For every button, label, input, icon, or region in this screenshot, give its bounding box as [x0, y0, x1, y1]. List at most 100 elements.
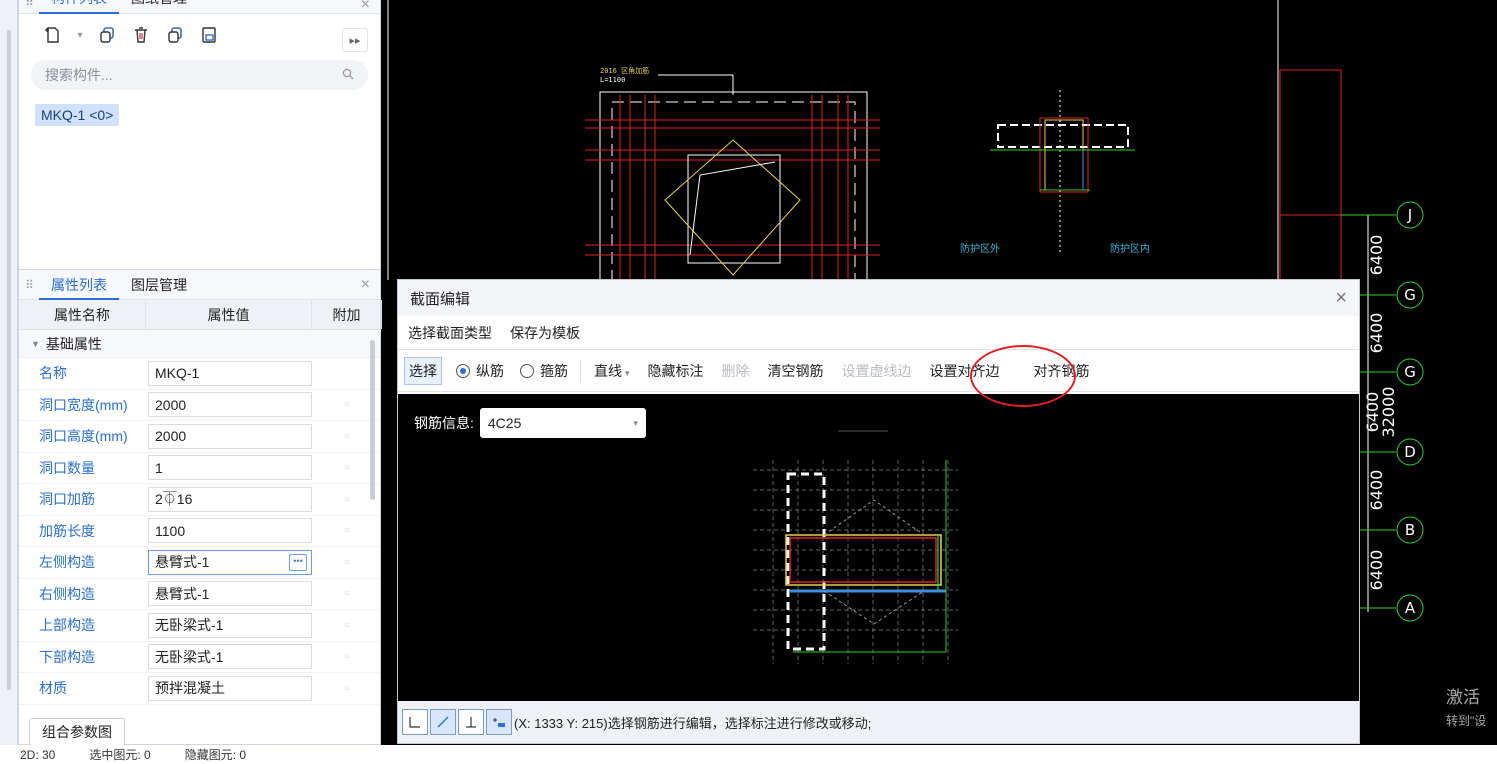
property-scrollbar[interactable]: [370, 340, 375, 500]
property-value-input[interactable]: 无卧梁式-1: [148, 612, 312, 638]
property-value-input[interactable]: 预拌混凝土: [148, 675, 312, 701]
dim-4: 6400: [1367, 470, 1386, 511]
property-row-bottom-structure: 下部构造 无卧梁式-1 ○: [19, 642, 382, 673]
tab-property-list[interactable]: 属性列表: [39, 270, 119, 300]
close-icon[interactable]: ×: [361, 0, 370, 14]
status-text: (X: 1333 Y: 215)选择钢筋进行编辑，选择标注进行修改或移动;: [514, 715, 872, 731]
layer-copy-icon[interactable]: [195, 21, 223, 49]
new-component-icon[interactable]: [39, 21, 67, 49]
delete-button[interactable]: 删除: [713, 361, 759, 381]
axis-label-d: D: [1404, 443, 1416, 461]
property-row-top-structure: 上部构造 无卧梁式-1 ○: [19, 610, 380, 642]
copy-to-floor-icon[interactable]: [161, 21, 189, 49]
property-value-input[interactable]: 悬臂式-1 •••: [148, 549, 312, 575]
dim-1: 6400: [1367, 235, 1386, 276]
property-panel: ⠿ 属性列表 图层管理 × 属性名称 属性值 附加 ▼ 基础属性 名称 MKQ-1…: [18, 269, 382, 746]
set-dashed-edge-button[interactable]: 设置虚线边: [833, 361, 921, 381]
axis-label-g1: G: [1404, 286, 1416, 304]
extra-checkbox[interactable]: ○: [312, 557, 382, 568]
section-drawing[interactable]: [398, 394, 1359, 701]
radio-stirrup[interactable]: 箍筋: [512, 361, 576, 381]
property-name: 洞口高度(mm): [39, 428, 128, 445]
plan-sub: L=1100: [600, 76, 625, 84]
property-name: 洞口宽度(mm): [39, 396, 128, 413]
property-value-input[interactable]: 2000: [148, 392, 312, 418]
property-value-input[interactable]: 无卧梁式-1: [148, 644, 312, 670]
property-value-input[interactable]: 2⏁16: [148, 486, 312, 512]
extra-checkbox[interactable]: ○: [312, 620, 382, 631]
section-in-label: 防护区内: [1110, 242, 1150, 255]
property-value-input[interactable]: MKQ-1: [148, 360, 312, 386]
search-icon[interactable]: [342, 67, 354, 83]
watermark-line1: 激活: [1446, 688, 1480, 707]
extra-checkbox[interactable]: ○: [312, 683, 382, 694]
line-tool-dropdown[interactable]: 直线 ▾: [585, 361, 639, 381]
chevron-down-icon: ▾: [625, 367, 630, 378]
axis-label-g2: G: [1404, 363, 1416, 381]
select-tool-button[interactable]: 选择: [404, 356, 442, 385]
property-value-input[interactable]: 1100: [148, 518, 312, 544]
property-name: 材质: [39, 680, 67, 697]
snap-point-icon[interactable]: [486, 709, 512, 735]
component-list-panel: ⠿ 构件列表 图纸管理 × ▾ ▸▸ 搜索构件... MKQ-1 <0>: [18, 0, 381, 270]
property-value-input[interactable]: 悬臂式-1: [148, 581, 312, 607]
tab-layer-management[interactable]: 图层管理: [119, 270, 199, 300]
status-item: 选中图元: 0: [89, 748, 151, 762]
dim-5: 6400: [1367, 550, 1386, 591]
drag-grip-icon[interactable]: ⠿: [19, 278, 39, 292]
property-table-header: 属性名称 属性值 附加: [19, 300, 382, 330]
line-tool-label: 直线: [594, 362, 622, 379]
property-name: 右侧构造: [39, 585, 95, 602]
radio-label: 箍筋: [540, 362, 568, 379]
status-item: 2D: 30: [20, 747, 56, 762]
left-strip-scrollbar[interactable]: [7, 30, 11, 690]
dialog-menu: 选择截面类型 保存为模板: [398, 316, 1359, 350]
hide-label-button[interactable]: 隐藏标注: [639, 361, 713, 381]
component-item-mkq1[interactable]: MKQ-1 <0>: [35, 104, 120, 126]
diagonal-line-icon[interactable]: [430, 709, 456, 735]
bottom-status-bar: 2D: 30 选中图元: 0 隐藏图元: 0: [0, 745, 1497, 764]
more-tools-button[interactable]: ▸▸: [342, 28, 368, 52]
toolbar-divider: [580, 359, 581, 382]
dialog-toolbar: 选择 纵筋 箍筋 直线 ▾ 隐藏标注 删除 清空钢筋 设置虚线边 设置对齐边 对齐…: [398, 350, 1359, 392]
section-canvas[interactable]: 钢筋信息: 4C25 ▾: [398, 394, 1359, 701]
clear-rebar-button[interactable]: 清空钢筋: [759, 361, 833, 381]
property-value-input[interactable]: 2000: [148, 423, 312, 449]
property-row-rebar: 洞口加筋 2⏁16 ○: [19, 484, 380, 516]
component-search-input[interactable]: 搜索构件...: [31, 60, 368, 90]
tab-component-list[interactable]: 构件列表: [39, 0, 119, 14]
status-item: 隐藏图元: 0: [184, 748, 247, 762]
extra-checkbox[interactable]: ○: [312, 525, 382, 536]
combo-param-diagram-button[interactable]: 组合参数图: [29, 718, 125, 746]
property-row-name: 名称 MKQ-1: [19, 358, 380, 390]
menu-save-as-template[interactable]: 保存为模板: [510, 323, 580, 343]
tab-drawing-management[interactable]: 图纸管理: [119, 0, 199, 14]
section-out-label: 防护区外: [960, 242, 1000, 255]
extra-checkbox[interactable]: ○: [312, 588, 382, 599]
watermark-line2: 转到"设: [1446, 714, 1487, 728]
plan-title: 2016 区角加筋: [600, 66, 649, 75]
drag-grip-icon[interactable]: ⠿: [19, 0, 39, 9]
collapse-triangle-icon[interactable]: ▼: [31, 339, 40, 349]
property-row-width: 洞口宽度(mm) 2000 ○: [19, 390, 380, 421]
close-icon[interactable]: ×: [1335, 287, 1347, 310]
more-options-icon[interactable]: •••: [289, 553, 307, 571]
delete-icon[interactable]: [127, 21, 155, 49]
property-value-input[interactable]: 1: [148, 455, 312, 481]
close-icon[interactable]: ×: [361, 276, 370, 294]
radio-longitudinal[interactable]: 纵筋: [448, 361, 512, 381]
component-panel-tabs: ⠿ 构件列表 图纸管理 ×: [19, 0, 380, 14]
section-edit-dialog: 截面编辑 × 选择截面类型 保存为模板 选择 纵筋 箍筋 直线 ▾ 隐藏标注 删除…: [397, 279, 1360, 744]
header-extra: 附加: [312, 300, 382, 329]
ortho-mode-icon[interactable]: [402, 709, 428, 735]
dialog-title-bar[interactable]: 截面编辑 ×: [398, 280, 1359, 316]
menu-select-section-type[interactable]: 选择截面类型: [408, 323, 492, 343]
copy-icon[interactable]: [93, 21, 121, 49]
radio-unchecked-icon: [520, 363, 534, 378]
dialog-title: 截面编辑: [410, 290, 471, 308]
extra-checkbox[interactable]: ○: [312, 651, 382, 662]
dim-2: 6400: [1367, 313, 1386, 354]
perpendicular-icon[interactable]: [458, 709, 484, 735]
group-basic-properties[interactable]: ▼ 基础属性: [19, 330, 380, 358]
chevron-down-icon[interactable]: ▾: [73, 21, 87, 49]
